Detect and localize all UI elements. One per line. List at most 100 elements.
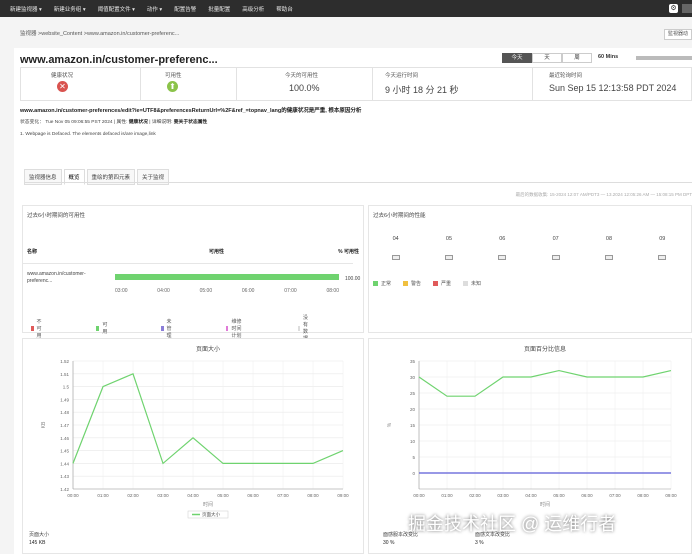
- x-tick-label: 02:00: [469, 493, 481, 498]
- image-change-value: 3 %: [475, 540, 484, 546]
- col-availability-pct: % 可用性: [338, 249, 359, 255]
- period-tab-day[interactable]: 天: [532, 53, 562, 63]
- legend-label: 未管理: [166, 318, 172, 339]
- x-tick-label: 00:00: [413, 493, 425, 498]
- x-tick-label: 03:00: [157, 493, 169, 498]
- legend-swatch: [96, 325, 100, 331]
- page-size-label: 页面大小: [29, 532, 50, 538]
- nav-threshold-profiles[interactable]: 阈值配置文件 ▾: [98, 5, 135, 13]
- hour-cell[interactable]: [551, 255, 560, 260]
- x-axis-label: 时间: [540, 501, 550, 508]
- last-poll-label: 最近轮询时间: [549, 73, 583, 79]
- nav-advanced-analytics[interactable]: 高级分析: [242, 5, 264, 13]
- breadcrumb[interactable]: 监视器 >website_Content >www.amazon.in/cust…: [20, 29, 179, 37]
- series-line: [418, 369, 672, 397]
- text-change-value: 30 %: [383, 540, 395, 546]
- divider: [24, 182, 692, 183]
- y-tick-label: 35: [410, 359, 416, 364]
- user-menu-icon[interactable]: [682, 4, 692, 13]
- nav-helpdesk[interactable]: 帮助台: [276, 5, 293, 13]
- nav-bulk-config[interactable]: 批量配置: [208, 5, 230, 13]
- y-tick-label: 1.51: [60, 372, 69, 377]
- legend-swatch: [373, 281, 378, 286]
- col-name: 名称: [27, 249, 38, 255]
- health-status: 健康状况 ✕: [21, 68, 141, 100]
- x-tick-label: 02:00: [127, 493, 139, 498]
- nav-new-business-group[interactable]: 新建业务组 ▾: [54, 5, 86, 13]
- hour-label: 09: [659, 236, 666, 242]
- axis-tick: 08:00: [326, 288, 339, 294]
- data-collection-timestamp: 最后的数据收集: 15-2024 12:07 AM/PDT3 — 13.2024…: [515, 192, 692, 197]
- availability-row-name[interactable]: www.amazon.in/customer-preferenc...: [27, 271, 105, 285]
- uptime-label: 今天运行时间: [385, 73, 419, 79]
- percentage-chart[interactable]: 页面百分比信息 0 5 10 15 20 25 30 35 00:00 01:00 02:00 03:0…: [369, 339, 691, 519]
- x-tick-label: 08:00: [307, 493, 319, 498]
- meta-time: Tue Nov 05 09:06:55 PST 2024: [45, 120, 113, 125]
- last-poll: 最近轮询时间 Sun Sep 15 12:13:58 PDT 2024: [533, 68, 691, 100]
- hour-cell[interactable]: [658, 255, 667, 260]
- x-tick-label: 09:00: [337, 493, 349, 498]
- x-tick-label: 05:00: [553, 493, 565, 498]
- page-size-chart[interactable]: 页面大小1.421.431.441.451.461.471.481.491.51…: [23, 339, 363, 519]
- y-tick-label: 1.42: [60, 487, 69, 492]
- chart-title: 页面大小: [196, 345, 220, 353]
- period-tab-week[interactable]: 周: [562, 53, 592, 63]
- status-summary: 健康状况 ✕ 可用性 ⬆ 今天的可用性 100.0% 今天运行时间 9 小时 1…: [20, 67, 692, 101]
- root-cause-heading[interactable]: www.amazon.in/customer-preferences/edit?…: [20, 106, 361, 114]
- meta-detail-link[interactable]: 要关于状态属性: [174, 120, 208, 125]
- meta-attribute: 健康状况: [128, 120, 148, 125]
- hour-cell[interactable]: [604, 255, 613, 260]
- today-availability-value: 100.0%: [289, 83, 320, 93]
- performance-cells: [369, 255, 689, 260]
- legend-label: 维修时间计划: [231, 318, 242, 339]
- hour-label: 06: [499, 236, 506, 242]
- nav-new-monitor[interactable]: 新建监视器 ▾: [10, 5, 42, 13]
- performance-legend-item: 严重: [433, 280, 457, 287]
- last-poll-value: Sun Sep 15 12:13:58 PDT 2024: [549, 83, 677, 93]
- y-tick-label: 25: [410, 391, 416, 396]
- x-tick-label: 08:00: [637, 493, 649, 498]
- y-tick-label: 5: [412, 455, 415, 460]
- poll-interval-slider[interactable]: [636, 56, 692, 60]
- poll-interval: 60 Mins: [598, 54, 619, 60]
- nav-actions[interactable]: 动作 ▾: [147, 5, 162, 13]
- hour-cell[interactable]: [391, 255, 400, 260]
- nav-configure-alerts[interactable]: 配置告警: [174, 5, 196, 13]
- meta-detail-label: | 详细说明:: [149, 120, 173, 125]
- y-tick-label: 1.52: [60, 359, 69, 364]
- availability-label: 可用性: [165, 73, 182, 79]
- performance-legend-item: 正常: [373, 280, 397, 287]
- period-tab-today[interactable]: 今天: [502, 53, 532, 63]
- hour-cell[interactable]: [498, 255, 507, 260]
- x-tick-label: 03:00: [497, 493, 509, 498]
- gear-icon[interactable]: ⚙: [669, 4, 678, 13]
- x-tick-label: 01:00: [97, 493, 109, 498]
- up-arrow-icon[interactable]: ⬆: [167, 81, 178, 92]
- hour-cell[interactable]: [444, 255, 453, 260]
- uptime: 今天运行时间 9 小时 18 分 21 秒: [373, 68, 533, 100]
- axis-tick: 05:00: [199, 288, 213, 294]
- critical-x-icon[interactable]: ✕: [57, 81, 68, 92]
- availability-table-header: 名称 可用性 % 可用性: [23, 246, 359, 264]
- monitor-actions-button[interactable]: 監視器动: [664, 29, 692, 40]
- x-tick-label: 09:00: [665, 493, 677, 498]
- today-availability: 今天的可用性 100.0%: [237, 68, 373, 100]
- availability-bar[interactable]: [115, 274, 339, 280]
- breadcrumb-bar: 监视器 >website_Content >www.amazon.in/cust…: [0, 26, 692, 40]
- x-tick-label: 07:00: [609, 493, 621, 498]
- legend-label: 警告: [411, 281, 422, 287]
- legend-label: 不可用: [36, 318, 42, 339]
- y-tick-label: 1.47: [60, 423, 69, 428]
- defacement-note: 1. Webpage is Defaced. The elements defa…: [20, 132, 156, 137]
- y-tick-label: 1.44: [60, 461, 69, 466]
- x-tick-label: 01:00: [441, 493, 453, 498]
- legend-label: 未知: [471, 281, 482, 287]
- page-size-chart-panel: 页面大小 1.42 1.43 1.44 1.45 1.46 1.47 1.48 1.49 1.5 1…: [22, 338, 364, 554]
- legend-label: 页面大小: [202, 511, 220, 518]
- y-tick-label: 1.45: [60, 449, 69, 454]
- hour-label: 08: [605, 236, 613, 242]
- y-tick-label: 20: [410, 407, 416, 412]
- hour-label: 04: [392, 236, 399, 242]
- axis-tick: 03:00: [115, 288, 128, 294]
- watermark: 掘金技术社区 @ 运维行者: [408, 514, 617, 534]
